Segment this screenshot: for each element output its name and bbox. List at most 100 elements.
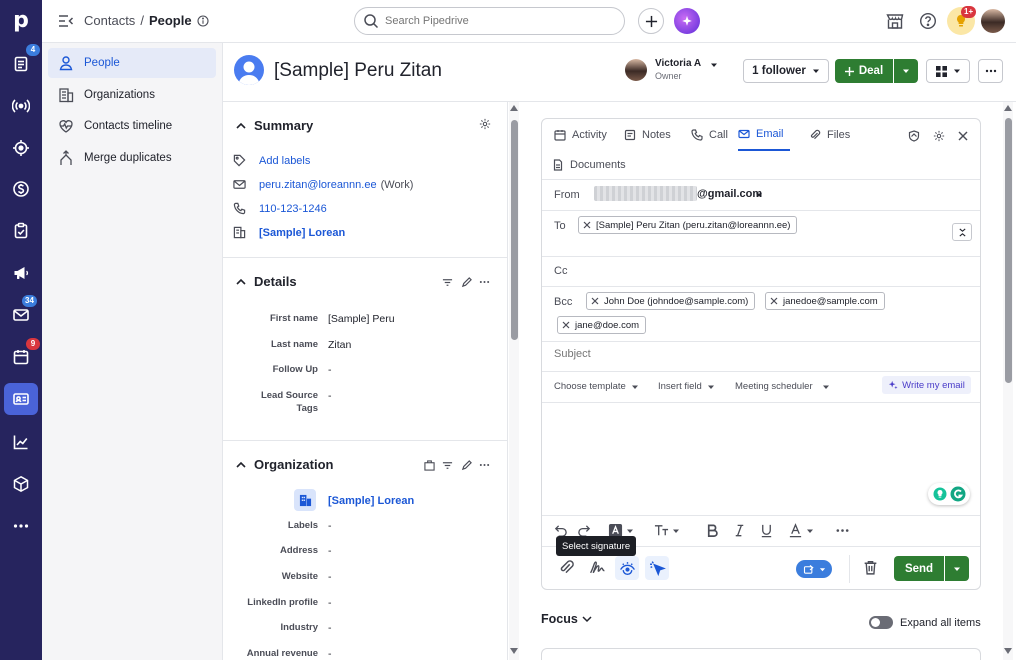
breadcrumb-parent[interactable]: Contacts bbox=[84, 13, 135, 28]
bcc-chip[interactable]: John Doe (johndoe@sample.com) bbox=[586, 292, 756, 310]
bold-button[interactable] bbox=[702, 523, 722, 538]
org-switch-icon[interactable] bbox=[424, 460, 435, 471]
field-value-first-name[interactable]: [Sample] Peru bbox=[328, 313, 395, 325]
remove-icon[interactable] bbox=[562, 321, 570, 329]
search-input[interactable] bbox=[385, 15, 605, 27]
follower-button[interactable]: 1 follower bbox=[743, 59, 829, 83]
filter-icon[interactable] bbox=[442, 277, 453, 288]
tab-email[interactable]: Email bbox=[738, 119, 790, 151]
send-button[interactable]: Send bbox=[894, 556, 944, 581]
details-scrollbar[interactable] bbox=[509, 102, 519, 660]
owner-name[interactable]: Victoria A bbox=[655, 58, 701, 69]
add-labels-row[interactable]: Add labels bbox=[233, 154, 310, 167]
email-link[interactable]: peru.zitan@loreannn.ee bbox=[259, 179, 377, 191]
expand-all-switch[interactable] bbox=[869, 616, 893, 629]
more-format-button[interactable] bbox=[832, 523, 852, 538]
close-icon[interactable] bbox=[958, 131, 968, 141]
sidebar-item-people[interactable]: People bbox=[48, 48, 216, 78]
from-domain[interactable]: @gmail.com bbox=[697, 188, 762, 200]
email-body-editor[interactable] bbox=[542, 403, 980, 513]
tab-notes[interactable]: Notes bbox=[624, 119, 671, 151]
focus-toggle[interactable]: Focus bbox=[541, 612, 593, 626]
field-value-follow-up[interactable]: - bbox=[328, 364, 332, 376]
marketplace-icon[interactable] bbox=[886, 12, 904, 30]
focus-item-card[interactable] bbox=[541, 648, 981, 660]
search-box[interactable] bbox=[354, 7, 625, 35]
discard-button[interactable] bbox=[860, 559, 880, 576]
gear-icon[interactable] bbox=[479, 118, 491, 130]
bcc-chip[interactable]: jane@doe.com bbox=[557, 316, 647, 334]
more-actions-button[interactable] bbox=[978, 59, 1003, 83]
insights-icon[interactable] bbox=[9, 430, 33, 454]
tracking-button[interactable] bbox=[615, 556, 639, 580]
org-field-value-website[interactable]: - bbox=[328, 571, 332, 583]
italic-button[interactable] bbox=[729, 523, 749, 538]
organization-section-toggle[interactable]: Organization bbox=[235, 457, 333, 472]
choose-template-dropdown[interactable]: Choose template bbox=[554, 381, 639, 392]
megaphone-icon[interactable] bbox=[9, 261, 33, 285]
org-field-value-address[interactable]: - bbox=[328, 545, 332, 557]
bcc-chip[interactable]: janedoe@sample.com bbox=[765, 292, 885, 310]
target-icon[interactable] bbox=[9, 136, 33, 160]
pencil-icon[interactable] bbox=[461, 460, 472, 471]
meeting-scheduler-dropdown[interactable]: Meeting scheduler bbox=[735, 381, 830, 392]
sidebar-item-merge-duplicates[interactable]: Merge duplicates bbox=[48, 143, 216, 173]
owner-avatar[interactable] bbox=[625, 59, 647, 81]
contacts-icon[interactable] bbox=[9, 387, 33, 411]
shield-icon[interactable] bbox=[908, 130, 920, 142]
insert-field-dropdown[interactable]: Insert field bbox=[658, 381, 715, 392]
collapse-menu-icon[interactable] bbox=[58, 13, 74, 29]
remove-icon[interactable] bbox=[583, 221, 591, 229]
field-value-last-name[interactable]: Zitan bbox=[328, 339, 351, 351]
org-field-value-labels[interactable]: - bbox=[328, 520, 332, 532]
help-icon[interactable] bbox=[919, 12, 937, 30]
collapse-recipients-button[interactable] bbox=[952, 223, 972, 241]
schedule-send-button[interactable] bbox=[796, 560, 832, 578]
tab-files[interactable]: Files bbox=[809, 119, 850, 151]
main-scrollbar-thumb[interactable] bbox=[1004, 118, 1012, 383]
phone-link[interactable]: 110-123-1246 bbox=[259, 203, 327, 215]
ai-assistant-button[interactable] bbox=[674, 8, 700, 34]
underline-button[interactable] bbox=[756, 523, 776, 538]
attach-button[interactable] bbox=[556, 559, 576, 576]
broadcast-icon[interactable] bbox=[9, 94, 33, 118]
tab-activity[interactable]: Activity bbox=[554, 119, 607, 151]
summary-section-toggle[interactable]: Summary bbox=[235, 118, 313, 133]
send-options-button[interactable] bbox=[945, 556, 969, 581]
org-field-value-linkedin[interactable]: - bbox=[328, 597, 332, 609]
remove-icon[interactable] bbox=[591, 297, 599, 305]
more-icon[interactable] bbox=[9, 514, 33, 538]
dollar-icon[interactable] bbox=[9, 177, 33, 201]
layout-button[interactable] bbox=[926, 59, 970, 83]
add-deal-button[interactable]: Deal bbox=[835, 59, 893, 83]
gear-icon[interactable] bbox=[933, 130, 945, 142]
cc-label[interactable]: Cc bbox=[554, 265, 567, 277]
org-name-link[interactable]: [Sample] Lorean bbox=[328, 495, 414, 507]
grammarly-widget[interactable] bbox=[928, 483, 970, 505]
products-icon[interactable] bbox=[9, 472, 33, 496]
details-scrollbar-thumb[interactable] bbox=[510, 120, 518, 340]
signature-button[interactable] bbox=[585, 559, 609, 576]
quick-add-button[interactable] bbox=[638, 8, 664, 34]
font-size-dropdown[interactable] bbox=[650, 523, 684, 538]
tab-call[interactable]: Call bbox=[691, 119, 728, 151]
info-icon[interactable] bbox=[197, 14, 209, 27]
org-link[interactable]: [Sample] Lorean bbox=[259, 227, 345, 239]
font-color-dropdown[interactable] bbox=[784, 523, 818, 538]
tab-documents[interactable]: Documents bbox=[552, 149, 626, 181]
more-icon[interactable] bbox=[479, 463, 490, 467]
from-chevron-down-icon[interactable] bbox=[755, 191, 763, 199]
add-labels-link[interactable]: Add labels bbox=[259, 155, 310, 167]
org-field-value-industry[interactable]: - bbox=[328, 622, 332, 634]
link-tracking-button[interactable] bbox=[645, 556, 669, 580]
pipedrive-logo[interactable]: p bbox=[9, 8, 33, 33]
sidebar-item-organizations[interactable]: Organizations bbox=[48, 80, 216, 110]
filter-icon[interactable] bbox=[442, 460, 453, 471]
pencil-icon[interactable] bbox=[461, 277, 472, 288]
sidebar-item-contacts-timeline[interactable]: Contacts timeline bbox=[48, 111, 216, 141]
owner-chevron-down-icon[interactable] bbox=[710, 61, 718, 69]
details-section-toggle[interactable]: Details bbox=[235, 274, 297, 289]
subject-input[interactable] bbox=[554, 348, 954, 360]
field-value-lead-source[interactable]: - bbox=[328, 390, 332, 402]
deal-options-button[interactable] bbox=[894, 59, 918, 83]
